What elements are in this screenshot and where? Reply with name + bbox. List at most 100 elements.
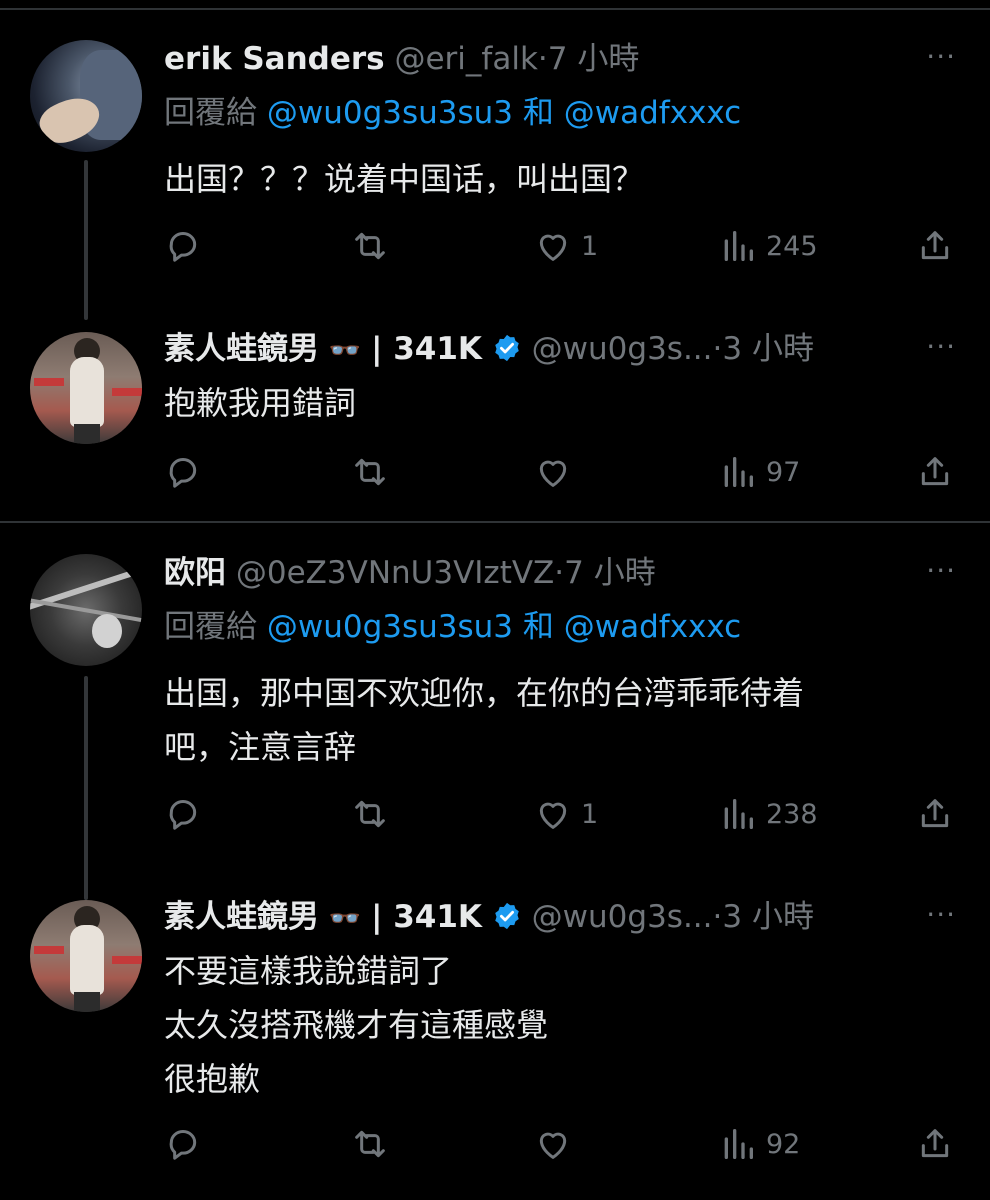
- heart-icon: [539, 1132, 567, 1159]
- tweet-text-line: 吧，注意言辞: [164, 728, 357, 766]
- user-handle[interactable]: @0eZ3VNnU3VIztVZ: [236, 555, 554, 591]
- tweet-header: 素人蛙鏡男 👓 | 341K @wu0g3s...·3 小時: [164, 328, 890, 372]
- tweet-reply-author[interactable]: 素人蛙鏡男 👓 | 341K @wu0g3s...·3 小時 ··· 不要這樣我…: [0, 892, 990, 1200]
- like-button[interactable]: 1: [533, 224, 598, 268]
- heart-icon: [539, 460, 567, 487]
- retweet-button[interactable]: [350, 792, 390, 836]
- user-handle[interactable]: @wu0g3s...: [532, 899, 713, 935]
- tweet-header: 欧阳 @0eZ3VNnU3VIztVZ·7 小時: [164, 552, 930, 594]
- share-icon: [921, 799, 949, 828]
- name-suffix[interactable]: | 341K: [371, 899, 482, 935]
- share-button[interactable]: [915, 450, 955, 494]
- tweet-header: erik Sanders @eri_falk·7 小時: [164, 38, 930, 80]
- timestamp[interactable]: 3 小時: [722, 899, 814, 935]
- views-button[interactable]: 92: [718, 1122, 800, 1166]
- tweet-header: 素人蛙鏡男 👓 | 341K @wu0g3s...·3 小時: [164, 896, 890, 940]
- share-button[interactable]: [915, 792, 955, 836]
- like-button[interactable]: [533, 1122, 573, 1166]
- reply-prefix: 回覆給: [164, 609, 257, 645]
- retweet-icon: [355, 232, 385, 260]
- mention-link[interactable]: @wu0g3su3su3: [267, 609, 513, 645]
- retweet-icon: [355, 458, 385, 486]
- verified-badge-icon[interactable]: [492, 333, 522, 363]
- reply-button[interactable]: [163, 792, 203, 836]
- tweet-text: 出国，那中国不欢迎你，在你的台湾乖乖待着 吧，注意言辞: [164, 666, 940, 774]
- user-handle[interactable]: @wu0g3s...: [532, 331, 713, 367]
- view-count: 238: [766, 798, 818, 830]
- more-options-icon[interactable]: ···: [926, 554, 956, 587]
- separator-dot: ·: [712, 899, 723, 935]
- action-bar: 97: [0, 450, 990, 494]
- action-bar: 1 238: [0, 792, 990, 836]
- share-button[interactable]: [915, 1122, 955, 1166]
- avatar[interactable]: [30, 332, 142, 444]
- separator-dot: ·: [554, 555, 565, 591]
- separator-dot: ·: [712, 331, 723, 367]
- thread-1: erik Sanders @eri_falk·7 小時 ··· 回覆給 @wu0…: [0, 0, 990, 522]
- mention-conjunction: 和: [522, 95, 554, 131]
- views-button[interactable]: 238: [718, 792, 818, 836]
- thread-2: 欧阳 @0eZ3VNnU3VIztVZ·7 小時 ··· 回覆給 @wu0g3s…: [0, 522, 990, 1200]
- avatar[interactable]: [30, 40, 142, 152]
- glasses-emoji: 👓: [328, 336, 362, 366]
- more-options-icon[interactable]: ···: [926, 330, 956, 363]
- tweet-text-line: 出国，那中国不欢迎你，在你的台湾乖乖待着: [164, 674, 805, 712]
- name-suffix[interactable]: | 341K: [371, 331, 482, 367]
- retweet-button[interactable]: [350, 450, 390, 494]
- tweet-text: 出国？？？说着中国话，叫出国？: [164, 152, 940, 206]
- share-icon: [921, 1129, 949, 1158]
- thread-connector-line: [84, 676, 88, 900]
- mention-conjunction: 和: [522, 609, 554, 645]
- views-icon: [724, 457, 753, 487]
- tweet-text-line: 不要這樣我說錯詞了: [164, 952, 453, 990]
- timestamp[interactable]: 7 小時: [564, 555, 656, 591]
- display-name[interactable]: 素人蛙鏡男: [164, 331, 319, 367]
- views-button[interactable]: 97: [718, 450, 800, 494]
- retweet-button[interactable]: [350, 1122, 390, 1166]
- tweet-text-line: 出国？？？说着中国话，叫出国？: [164, 160, 645, 198]
- heart-icon: [539, 802, 567, 829]
- avatar[interactable]: [30, 554, 142, 666]
- tweet-text-line: 太久沒搭飛機才有這種感覺: [164, 1006, 549, 1044]
- like-button[interactable]: 1: [533, 792, 598, 836]
- display-name[interactable]: 欧阳: [164, 555, 226, 591]
- view-count: 245: [766, 230, 818, 262]
- like-count: 1: [581, 798, 599, 830]
- glasses-emoji: 👓: [328, 904, 362, 934]
- like-count: 1: [581, 230, 599, 262]
- like-button[interactable]: [533, 450, 573, 494]
- more-options-icon[interactable]: ···: [926, 898, 956, 931]
- display-name[interactable]: 素人蛙鏡男: [164, 899, 319, 935]
- verified-badge-icon[interactable]: [492, 901, 522, 931]
- views-icon: [724, 231, 753, 261]
- tweet-ouyang[interactable]: 欧阳 @0eZ3VNnU3VIztVZ·7 小時 ··· 回覆給 @wu0g3s…: [0, 522, 990, 900]
- separator-dot: ·: [537, 41, 548, 77]
- views-button[interactable]: 245: [718, 224, 818, 268]
- retweet-icon: [355, 800, 385, 828]
- tweet-erik-sanders[interactable]: erik Sanders @eri_falk·7 小時 ··· 回覆給 @wu0…: [0, 0, 990, 320]
- timestamp[interactable]: 3 小時: [722, 331, 814, 367]
- views-icon: [724, 799, 753, 829]
- mention-link[interactable]: @wadfxxxc: [564, 95, 741, 131]
- reply-button[interactable]: [163, 1122, 203, 1166]
- share-icon: [921, 231, 949, 260]
- action-bar: 92: [0, 1122, 990, 1166]
- mention-link[interactable]: @wu0g3su3su3: [267, 95, 513, 131]
- action-bar: 1 245: [0, 224, 990, 268]
- display-name[interactable]: erik Sanders: [164, 41, 385, 77]
- user-handle[interactable]: @eri_falk: [394, 41, 537, 77]
- heart-icon: [539, 234, 567, 261]
- reply-button[interactable]: [163, 224, 203, 268]
- tweet-reply-author[interactable]: 素人蛙鏡男 👓 | 341K @wu0g3s...·3 小時 ··· 抱歉我用錯…: [0, 310, 990, 520]
- mention-link[interactable]: @wadfxxxc: [564, 609, 741, 645]
- reply-icon: [169, 458, 197, 488]
- replying-to: 回覆給 @wu0g3su3su3 和 @wadfxxxc: [164, 92, 741, 134]
- retweet-button[interactable]: [350, 224, 390, 268]
- timestamp[interactable]: 7 小時: [548, 41, 640, 77]
- view-count: 92: [766, 1128, 801, 1160]
- more-options-icon[interactable]: ···: [926, 40, 956, 73]
- share-button[interactable]: [915, 224, 955, 268]
- avatar[interactable]: [30, 900, 142, 1012]
- view-count: 97: [766, 456, 801, 488]
- reply-button[interactable]: [163, 450, 203, 494]
